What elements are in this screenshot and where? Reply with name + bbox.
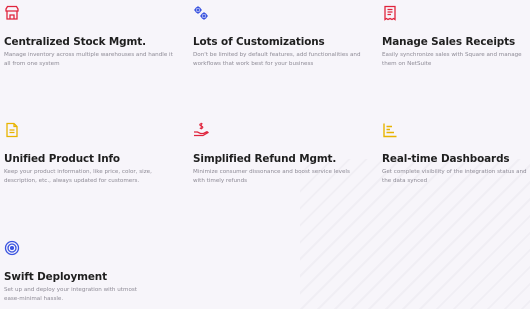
feature-title: Swift Deployment	[4, 271, 107, 283]
feature-product-info: Unified Product Info Keep your product i…	[4, 122, 174, 186]
feature-description: Manage inventory across multiple warehou…	[4, 52, 173, 67]
feature-description: Minimize consumer dissonance and boost s…	[193, 169, 350, 184]
store-icon	[4, 5, 20, 21]
gears-icon	[193, 5, 209, 21]
feature-title: Centralized Stock Mgmt.	[4, 36, 146, 48]
feature-description: Get complete visibility of the integrati…	[382, 169, 527, 184]
feature-customizations: Lots of Customizations Don't be limited …	[193, 5, 363, 69]
refund-icon	[193, 122, 209, 138]
feature-description: Don't be limited by default features, ad…	[193, 52, 361, 67]
feature-title: Manage Sales Receipts	[382, 36, 516, 48]
feature-title: Simplified Refund Mgmt.	[193, 153, 337, 165]
feature-dashboards: Real-time Dashboards Get complete visibi…	[382, 122, 530, 186]
feature-description: Easily synchronize sales with Square and…	[382, 52, 522, 67]
feature-title: Lots of Customizations	[193, 36, 325, 48]
feature-description: Keep your product information, like pric…	[4, 169, 152, 184]
feature-title: Unified Product Info	[4, 153, 120, 165]
feature-title: Real-time Dashboards	[382, 153, 510, 165]
dashboard-icon	[382, 122, 398, 138]
target-icon	[4, 240, 20, 256]
document-icon	[4, 122, 20, 138]
feature-swift-deployment: Swift Deployment Set up and deploy your …	[4, 240, 174, 304]
receipt-icon	[382, 5, 398, 21]
feature-sales-receipts: Manage Sales Receipts Easily synchronize…	[382, 5, 530, 69]
feature-refund: Simplified Refund Mgmt. Minimize consume…	[193, 122, 363, 186]
feature-centralized-stock: Centralized Stock Mgmt. Manage inventory…	[4, 5, 174, 69]
feature-description: Set up and deploy your integration with …	[4, 287, 137, 302]
